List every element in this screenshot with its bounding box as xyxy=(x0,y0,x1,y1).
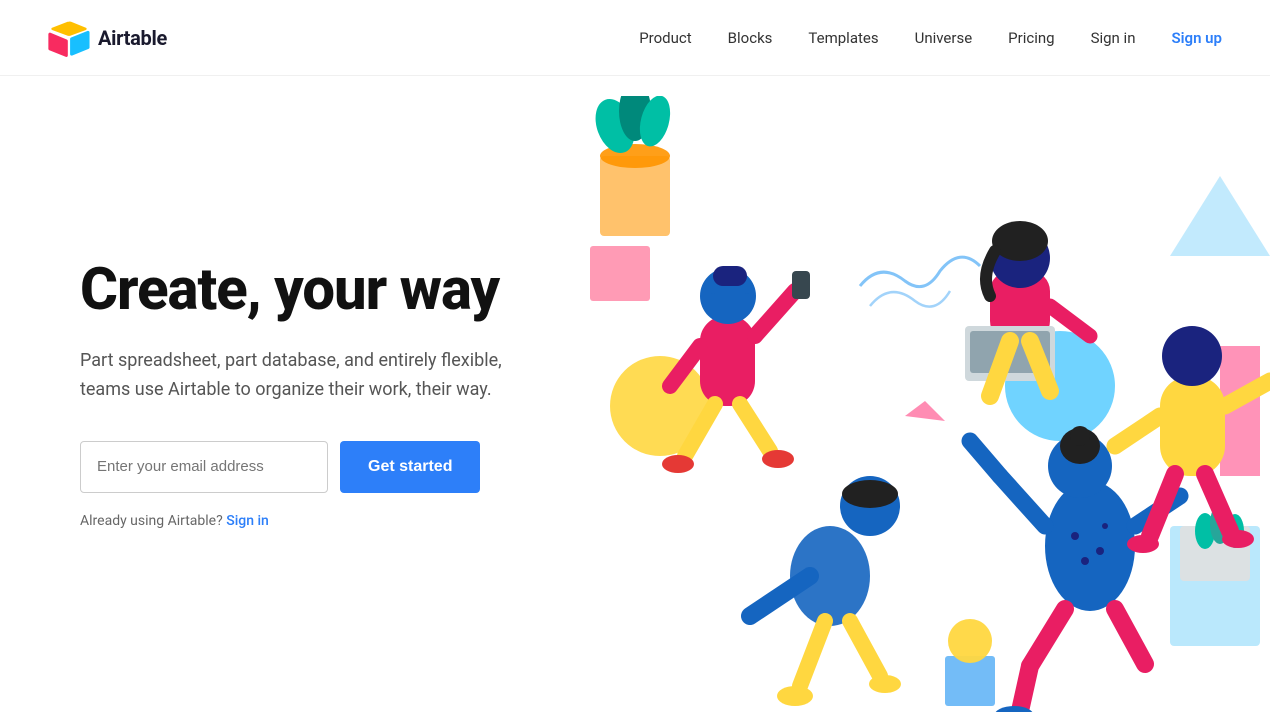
hero-description: Part spreadsheet, part database, and ent… xyxy=(80,347,540,405)
logo-text: Airtable xyxy=(98,26,167,50)
hero-illustration xyxy=(570,96,1270,712)
hero-section: Create, your way Part spreadsheet, part … xyxy=(0,76,1270,712)
nav-pricing[interactable]: Pricing xyxy=(1008,29,1054,47)
logo-link[interactable]: Airtable xyxy=(48,17,167,59)
illustration-svg xyxy=(570,96,1270,712)
nav-templates[interactable]: Templates xyxy=(808,29,878,47)
get-started-button[interactable]: Get started xyxy=(340,441,480,493)
hero-title: Create, your way xyxy=(80,259,540,323)
nav-product[interactable]: Product xyxy=(639,29,691,47)
navbar: Airtable Product Blocks Templates Univer… xyxy=(0,0,1270,76)
signin-link[interactable]: Sign in xyxy=(226,513,269,529)
logo-icon xyxy=(48,17,90,59)
nav-signin[interactable]: Sign in xyxy=(1091,29,1136,47)
email-input[interactable] xyxy=(80,441,328,493)
hero-content: Create, your way Part spreadsheet, part … xyxy=(80,259,540,528)
already-text: Already using Airtable? Sign in xyxy=(80,513,540,529)
nav-blocks[interactable]: Blocks xyxy=(728,29,773,47)
nav-links: Product Blocks Templates Universe Pricin… xyxy=(639,29,1222,47)
cta-row: Get started xyxy=(80,441,540,493)
nav-signup[interactable]: Sign up xyxy=(1171,29,1222,47)
nav-universe[interactable]: Universe xyxy=(915,29,973,47)
